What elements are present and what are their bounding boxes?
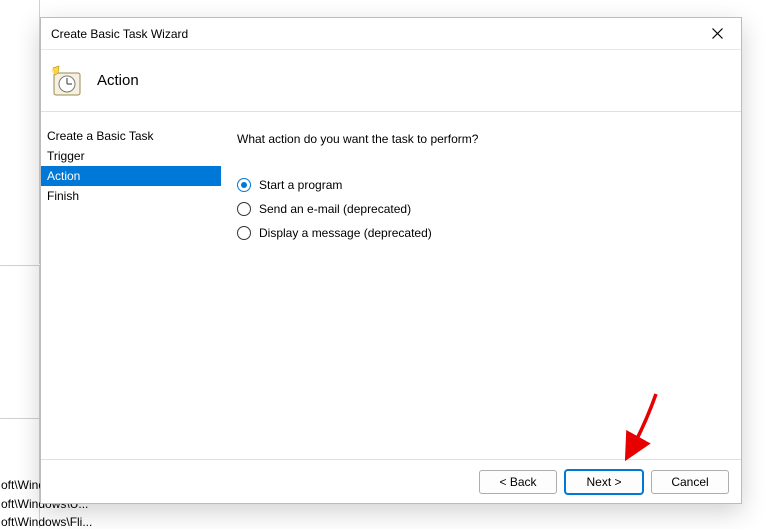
radio-label: Display a message (deprecated) (259, 226, 432, 240)
radio-label: Start a program (259, 178, 342, 192)
radio-icon (237, 226, 251, 240)
wizard-content: What action do you want the task to perf… (221, 112, 741, 459)
close-button[interactable] (703, 22, 731, 46)
titlebar: Create Basic Task Wizard (41, 18, 741, 50)
next-button[interactable]: Next > (565, 470, 643, 494)
bg-panel (0, 0, 40, 264)
radio-display-message[interactable]: Display a message (deprecated) (237, 226, 717, 240)
radio-send-email[interactable]: Send an e-mail (deprecated) (237, 202, 717, 216)
wizard-header: Action (41, 50, 741, 112)
bg-divider (0, 418, 40, 419)
dialog-title: Create Basic Task Wizard (51, 27, 703, 41)
radio-icon (237, 202, 251, 216)
cancel-button[interactable]: Cancel (651, 470, 729, 494)
wizard-icon (49, 64, 83, 98)
back-button[interactable]: < Back (479, 470, 557, 494)
wizard-body: Create a Basic Task Trigger Action Finis… (41, 112, 741, 459)
radio-start-program[interactable]: Start a program (237, 178, 717, 192)
nav-item-action[interactable]: Action (41, 166, 221, 186)
bg-tree-item: oft\Windows\Fli... (1, 515, 92, 529)
nav-item-create-basic-task[interactable]: Create a Basic Task (41, 126, 221, 146)
close-icon (712, 28, 723, 39)
radio-label: Send an e-mail (deprecated) (259, 202, 411, 216)
nav-item-trigger[interactable]: Trigger (41, 146, 221, 166)
wizard-dialog: Create Basic Task Wizard Action Create a… (40, 17, 742, 504)
radio-icon (237, 178, 251, 192)
wizard-nav: Create a Basic Task Trigger Action Finis… (41, 112, 221, 459)
nav-item-finish[interactable]: Finish (41, 186, 221, 206)
content-prompt: What action do you want the task to perf… (237, 132, 717, 146)
wizard-footer: < Back Next > Cancel (41, 459, 741, 503)
wizard-step-title: Action (97, 72, 139, 89)
